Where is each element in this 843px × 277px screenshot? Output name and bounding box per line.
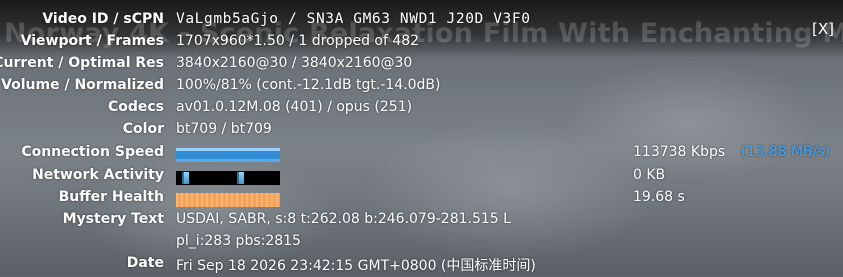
mystery-text-line2: pl_i:283 pbs:2815 [176, 233, 301, 249]
network-spike [184, 172, 189, 184]
row-volume: Volume / Normalized 100%/81% (cont.-12.1… [0, 77, 843, 99]
codecs-value: av01.0.12M.08 (401) / opus (251) [176, 99, 413, 115]
row-resolution: Current / Optimal Res 3840x2160@30 / 384… [0, 55, 843, 77]
row-label: Color [122, 121, 164, 137]
date-value: Fri Sep 18 2026 23:42:15 GMT+0800 (中国标准时… [176, 258, 536, 274]
buffer-health-graph [176, 193, 280, 207]
resolution-value: 3840x2160@30 / 3840x2160@30 [176, 55, 413, 71]
row-label: Video ID / sCPN [42, 11, 164, 27]
row-connection-speed: Connection Speed 113738 Kbps (13.88 MB/s… [0, 144, 843, 166]
mystery-text-line1: USDAI, SABR, s:8 t:262.08 b:246.079-281.… [176, 211, 511, 227]
row-buffer-health: Buffer Health 19.68 s [0, 189, 843, 211]
network-spike [239, 172, 244, 184]
color-value: bt709 / bt709 [176, 121, 272, 137]
row-mystery-text: Mystery Text USDAI, SABR, s:8 t:262.08 b… [0, 211, 843, 233]
row-label: Volume / Normalized [1, 77, 164, 93]
network-activity-value: 0 KB [633, 167, 666, 183]
row-mystery-text-cont: pl_i:283 pbs:2815 [0, 233, 843, 255]
row-label: Network Activity [32, 167, 164, 183]
row-label: Buffer Health [58, 189, 164, 205]
row-label: Connection Speed [21, 144, 164, 160]
row-label: Date [126, 255, 164, 271]
video-id-value: VaLgmb5aGjo / SN3A GM63 NWD1 J20D V3F0 [176, 11, 531, 27]
network-activity-graph [176, 171, 280, 185]
connection-speed-value: 113738 Kbps [633, 144, 726, 160]
connection-speed-graph [176, 148, 280, 162]
row-label: Codecs [107, 99, 164, 115]
volume-value: 100%/81% (cont.-12.1dB tgt.-14.0dB) [176, 77, 441, 93]
row-network-activity: Network Activity 0 KB [0, 167, 843, 189]
row-label: Mystery Text [62, 211, 164, 227]
viewport-value: 1707x960*1.50 / 1 dropped of 482 [176, 33, 420, 49]
row-color: Color bt709 / bt709 [0, 121, 843, 143]
connection-speed-mbs: (13.88 MB/s) [741, 144, 831, 160]
row-label: Viewport / Frames [20, 33, 164, 49]
row-label: Current / Optimal Res [0, 55, 164, 71]
row-viewport: Viewport / Frames 1707x960*1.50 / 1 drop… [0, 33, 843, 55]
buffer-health-value: 19.68 s [633, 189, 685, 205]
row-codecs: Codecs av01.0.12M.08 (401) / opus (251) [0, 99, 843, 121]
row-video-id: Video ID / sCPN VaLgmb5aGjo / SN3A GM63 … [0, 11, 843, 33]
